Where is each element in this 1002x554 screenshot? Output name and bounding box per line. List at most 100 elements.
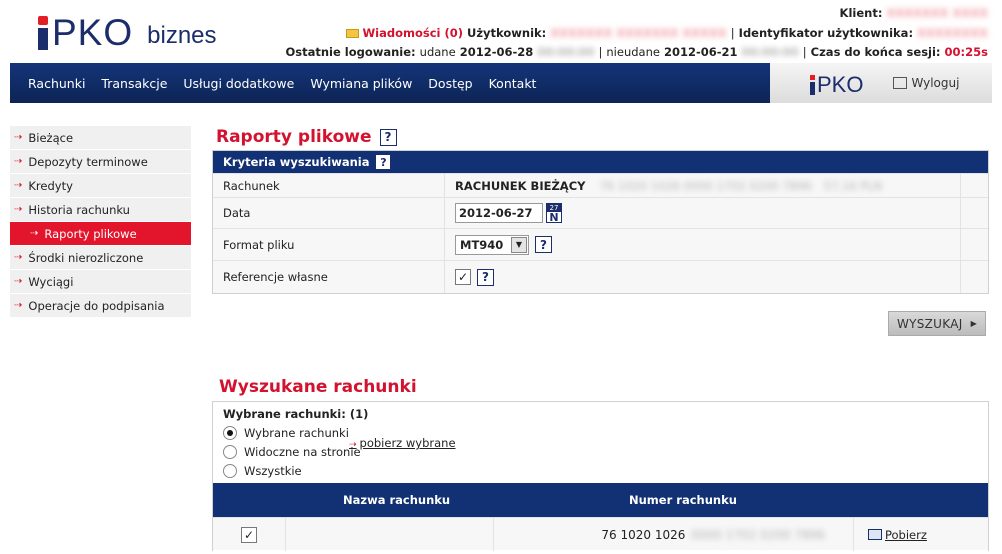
session-timer: 00:25s [944,45,988,59]
arrow-right-icon: ⇢ [14,276,23,287]
arrow-right-icon: ⇢ [14,300,23,311]
radio-visible-on-page[interactable]: Widoczne na stronie [223,442,361,461]
radio-off-icon [223,444,237,459]
sidebar-item-raporty-plikowe[interactable]: ⇢ Raporty plikowe [10,222,191,246]
format-selected: MT940 [460,237,504,252]
page-title: Raporty plikowe ? [216,127,397,147]
user-value: XXXXXXX XXXXXXX XXXXX [550,26,727,40]
pko-biznes-logo[interactable]: PKO biznes [38,10,217,53]
sidebar-item-operacje[interactable]: ⇢ Operacje do podpisania [10,294,191,318]
session-label: Czas do końca sesji: [810,45,941,59]
row-checkbox[interactable]: ✓ [241,526,257,543]
date-label: Data [213,198,445,228]
results-table-header: Nazwa rachunku Numer rachunku [213,483,988,517]
sidebar-item-biezace[interactable]: ⇢ Bieżące [10,126,191,150]
sidebar-item-srodki[interactable]: ⇢ Środki nierozliczone [10,246,191,270]
radio-on-icon [223,425,237,440]
messages-link[interactable]: Wiadomości (0) [362,26,463,40]
reference-help-button[interactable]: ? [477,268,494,286]
logout-label: Wyloguj [911,76,960,90]
account-label: Rachunek [213,174,445,197]
col-account-name: Nazwa rachunku [343,493,451,507]
arrow-right-icon: ⇢ [14,204,23,215]
results-panel: Wybrane rachunki: (1) Wybrane rachunki W… [212,401,989,551]
logo-i-mark [38,16,48,50]
user-label: Użytkownik: [467,26,547,40]
sidebar-item-kredyty[interactable]: ⇢ Kredyty [10,174,191,198]
nav-right-area: PKO Wyloguj [770,63,992,103]
format-help-button[interactable]: ? [535,236,552,253]
calendar-icon[interactable]: 27 N [546,203,562,223]
reference-checkbox[interactable]: ✓ [455,269,471,285]
arrow-right-icon: ⇢ [30,228,39,239]
user-id-label: Identyfikator użytkownika: [738,26,914,40]
date-input[interactable]: 2012-06-27 [455,203,543,223]
arrow-right-icon: ⇢ [349,440,357,450]
nav-rachunki[interactable]: Rachunki [28,76,85,91]
sidebar-item-historia[interactable]: ⇢ Historia rachunku [10,198,191,222]
download-scope-radios: Wybrane rachunki Widoczne na stronie Wsz… [223,423,361,480]
row-number-hidden: 0000 1702 0200 7896 [691,527,825,542]
row-action-cell: Pobierz [854,518,988,551]
nav-wymiana-plikow[interactable]: Wymiana plików [310,76,412,91]
format-value-cell: MT940 ▼ ? [445,229,961,260]
reference-row: Referencje własne ✓ ? [213,260,988,293]
radio-selected-accounts[interactable]: Wybrane rachunki [223,423,361,442]
logout-icon [893,77,908,89]
page-title-text: Raporty plikowe [216,127,372,147]
user-id-value: XXXXXXXX [917,26,988,40]
user-info: Wiadomości (0) Użytkownik: XXXXXXX XXXXX… [346,26,988,40]
client-info: Klient: XXXXXXX XXXX [840,6,988,20]
sidebar-item-wyciagi[interactable]: ⇢ Wyciągi [10,270,191,294]
nav-kontakt[interactable]: Kontakt [489,76,537,91]
search-button[interactable]: WYSZUKAJ ▶ [888,311,986,336]
row-check-cell: ✓ [213,518,286,551]
arrow-right-icon: ⇢ [14,252,23,263]
row-name-cell [286,518,494,551]
fail-date: 2012-06-21 [663,45,738,59]
chevron-down-icon: ▼ [511,236,527,253]
logout-button[interactable]: Wyloguj [893,76,959,90]
fail-label: nieudane [606,45,660,59]
nav-dostep[interactable]: Dostęp [428,76,472,91]
fail-time: 00:00:00 [741,45,799,59]
client-value: XXXXXXX XXXX [886,6,988,20]
nav-transakcje[interactable]: Transakcje [101,76,167,91]
results-title: Wyszukane rachunki [219,377,417,397]
search-button-label: WYSZUKAJ [896,316,963,331]
main-nav: Rachunki Transakcje Usługi dodatkowe Wym… [10,63,770,103]
envelope-icon [346,29,360,38]
account-name: RACHUNEK BIEŻĄCY [455,178,586,193]
criteria-header: Kryteria wyszukiwania ? [213,151,988,173]
play-arrow-icon: ▶ [970,319,978,328]
arrow-right-icon: ⇢ [14,132,23,143]
success-time: 00:00:00 [537,45,595,59]
radio-all[interactable]: Wszystkie [223,461,361,480]
date-row: Data 2012-06-27 27 N [213,197,988,228]
format-row: Format pliku MT940 ▼ ? [213,228,988,260]
page-help-button[interactable]: ? [379,128,397,146]
radio-off-icon [223,463,237,478]
sidebar-item-depozyty[interactable]: ⇢ Depozyty terminowe [10,150,191,174]
format-select[interactable]: MT940 ▼ [455,234,529,255]
get-selected-link[interactable]: ⇢ pobierz wybrane [349,436,456,450]
account-row: Rachunek RACHUNEK BIEŻĄCY 76 1020 1026 0… [213,173,988,197]
account-value: RACHUNEK BIEŻĄCY 76 1020 1026 0000 1702 … [445,174,961,197]
download-icon [868,529,882,540]
reference-label: Referencje własne [213,261,445,293]
account-number: 76 1020 1026 0000 1702 0200 7896 [599,178,812,193]
download-link[interactable]: Pobierz [868,528,927,542]
criteria-header-text: Kryteria wyszukiwania [223,155,370,169]
sidebar: ⇢ Bieżące ⇢ Depozyty terminowe ⇢ Kredyty ⇢ H… [10,126,191,318]
row-number-visible: 76 1020 1026 [601,527,686,542]
arrow-right-icon: ⇢ [14,156,23,167]
reference-value-cell: ✓ ? [445,261,961,293]
row-number-cell: 76 1020 1026 0000 1702 0200 7896 [494,518,854,551]
last-login-label: Ostatnie logowanie: [285,45,416,59]
criteria-help-button[interactable]: ? [375,154,392,170]
logo-small-text: PKO [817,72,864,97]
client-label: Klient: [839,6,883,20]
nav-uslugi-dodatkowe[interactable]: Usługi dodatkowe [183,76,294,91]
col-account-number: Numer rachunku [629,493,737,507]
logo-brand: PKO [52,12,134,53]
